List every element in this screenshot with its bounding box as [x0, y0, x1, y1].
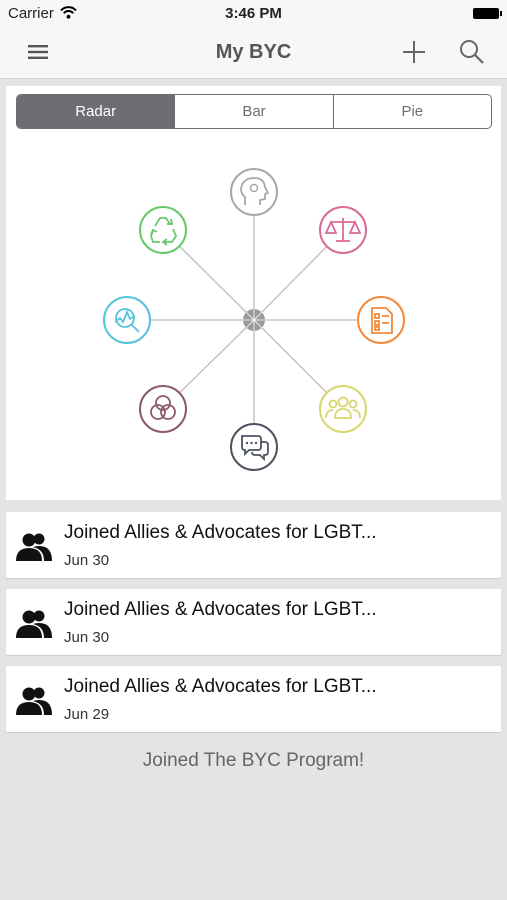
chat-bubbles-icon[interactable] — [230, 423, 278, 471]
chart-type-selector: Radar Bar Pie — [16, 94, 492, 129]
tab-bar[interactable]: Bar — [174, 95, 332, 128]
add-icon[interactable] — [400, 38, 428, 66]
activity-row[interactable]: Joined Allies & Advocates for LGBT... Ju… — [6, 512, 501, 578]
people-icon — [16, 610, 52, 638]
people-icon — [16, 687, 52, 715]
chart-card: Radar Bar Pie — [6, 86, 501, 500]
status-bar: Carrier 3:46 PM — [0, 0, 507, 28]
activity-row[interactable]: Joined Allies & Advocates for LGBT... Ju… — [6, 666, 501, 732]
tab-pie[interactable]: Pie — [332, 95, 491, 128]
tab-radar[interactable]: Radar — [17, 95, 175, 128]
activity-date: Jun 30 — [64, 629, 110, 646]
activity-title: Joined Allies & Advocates for LGBT... — [64, 522, 377, 543]
activity-title: Joined Allies & Advocates for LGBT... — [64, 676, 377, 697]
battery-icon — [473, 8, 502, 19]
activity-date: Jun 30 — [64, 552, 110, 569]
activity-date: Jun 29 — [64, 706, 110, 723]
checklist-document-icon[interactable] — [357, 296, 405, 344]
activity-row[interactable]: Joined Allies & Advocates for LGBT... Ju… — [6, 589, 501, 655]
program-join-message: Joined The BYC Program! — [142, 750, 365, 771]
nav-bar: My BYC — [0, 28, 507, 79]
magnifier-chart-icon[interactable] — [103, 296, 151, 344]
venn-circles-icon[interactable] — [139, 385, 187, 433]
clock: 3:46 PM — [225, 5, 282, 22]
recycle-icon[interactable] — [139, 206, 187, 254]
activity-title: Joined Allies & Advocates for LGBT... — [64, 599, 377, 620]
scales-icon[interactable] — [319, 206, 367, 254]
brain-head-icon[interactable] — [230, 168, 278, 216]
page-title: My BYC — [215, 41, 292, 63]
group-icon[interactable] — [319, 385, 367, 433]
people-icon — [16, 533, 52, 561]
radar-chart — [103, 168, 405, 471]
search-icon[interactable] — [458, 38, 486, 66]
